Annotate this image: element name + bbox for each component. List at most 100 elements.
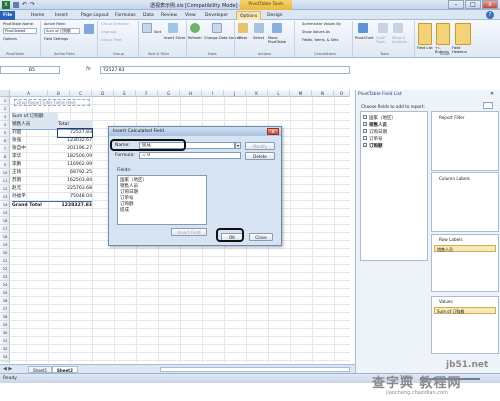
row-header[interactable]: 14 — [0, 201, 10, 209]
tab-review[interactable]: Review — [158, 11, 180, 20]
pivot-row-value[interactable]: 201196.27 — [58, 145, 92, 153]
pivot-row-label[interactable]: 李鹏 — [12, 161, 58, 169]
refresh-button[interactable]: Refresh — [188, 36, 202, 40]
column-header-c[interactable]: C — [70, 90, 92, 97]
pivot-row-label[interactable]: 张强 — [12, 137, 58, 145]
row-header[interactable]: 20 — [0, 249, 10, 257]
horizontal-scrollbar[interactable] — [160, 367, 350, 372]
pivot-row-value[interactable]: 75048.04 — [58, 193, 92, 201]
excel-app-icon[interactable]: X — [2, 1, 10, 9]
layout-options-icon[interactable] — [483, 102, 493, 109]
row-header[interactable]: 12 — [0, 185, 10, 193]
pivotchart-icon[interactable] — [358, 23, 368, 33]
row-header[interactable]: 2 — [0, 105, 10, 113]
move-pivottable-icon[interactable] — [272, 23, 282, 33]
column-labels-zone[interactable] — [431, 172, 499, 232]
quick-save-icon[interactable] — [13, 2, 19, 8]
field-checkbox[interactable] — [363, 128, 367, 133]
pivot-row-label[interactable]: 孙福平 — [12, 193, 58, 201]
pivot-row-value[interactable]: 68792.25 — [58, 169, 92, 177]
pivot-row-value[interactable]: 182500.09 — [58, 153, 92, 161]
column-header-b[interactable]: B — [48, 90, 70, 97]
pivot-row-value[interactable]: 72527.83 — [57, 128, 93, 138]
clear-icon[interactable] — [238, 23, 248, 33]
tab-design[interactable]: Design — [264, 11, 286, 20]
insert-slicer-button[interactable]: Insert Slicer — [164, 36, 185, 40]
undo-icon[interactable]: ↶ — [22, 1, 27, 8]
help-icon[interactable]: ? — [486, 11, 494, 19]
pivot-row-label[interactable]: 刘固 — [12, 129, 58, 137]
column-header-a[interactable]: A — [10, 90, 48, 97]
name-box[interactable]: B5 — [0, 66, 60, 74]
active-field-input[interactable]: Sum of 订购额 — [44, 28, 80, 34]
row-header[interactable]: 29 — [0, 321, 10, 329]
column-header-g[interactable]: G — [158, 90, 180, 97]
modify-button[interactable]: Modify — [245, 142, 275, 150]
what-if-icon[interactable] — [393, 23, 403, 33]
row-header[interactable]: 5 — [0, 129, 10, 137]
sheet-tab-1[interactable]: Sheet1 — [28, 366, 53, 373]
change-data-source-button[interactable]: Change Data Source — [204, 36, 241, 40]
pivot-row-value[interactable]: 162503.84 — [58, 177, 92, 185]
field-list-icon[interactable] — [418, 23, 432, 45]
tab-options[interactable]: Options — [236, 11, 262, 20]
row-header[interactable]: 25 — [0, 289, 10, 297]
pivot-row-label[interactable]: 赵元 — [12, 185, 58, 193]
row-header[interactable]: 16 — [0, 217, 10, 225]
pivot-row-label[interactable]: 李华 — [12, 153, 58, 161]
close-window-button[interactable]: x — [482, 0, 498, 9]
ungroup-button[interactable]: Ungroup — [101, 30, 116, 34]
group-field-button[interactable]: Group Field — [101, 38, 121, 42]
olap-tools-button[interactable]: OLAP Tools — [376, 36, 388, 44]
select-button[interactable]: Select — [253, 36, 264, 40]
field-checkbox[interactable]: ✓ — [363, 121, 367, 126]
row-header[interactable]: 15 — [0, 209, 10, 217]
select-icon[interactable] — [254, 23, 264, 33]
delete-button[interactable]: Delete — [245, 152, 275, 160]
values-zone[interactable] — [431, 296, 499, 354]
tab-insert[interactable]: Insert — [52, 11, 71, 20]
pivot-grand-total-value[interactable]: 1228327.83 — [58, 201, 92, 210]
row-header[interactable]: 9 — [0, 161, 10, 169]
drop-report-filter-zone[interactable]: Drop Report Filter Fields Here — [14, 99, 90, 106]
plus-minus-buttons-icon[interactable] — [436, 23, 450, 45]
row-header[interactable]: 30 — [0, 329, 10, 337]
insert-field-button[interactable]: Insert Field — [171, 228, 207, 236]
group-selection-button[interactable]: Group Selection — [101, 22, 130, 26]
field-item[interactable]: 国家（地区） — [363, 114, 396, 122]
row-header[interactable]: 8 — [0, 153, 10, 161]
values-chip[interactable]: Sum of 订购额 — [434, 307, 496, 314]
fields-listbox[interactable]: 国家（地区） 销售人员 订购日期 订单号 订购额 提成 — [117, 175, 207, 225]
pivottable-options-button[interactable]: Options — [3, 37, 17, 41]
row-header[interactable]: 7 — [0, 145, 10, 153]
column-header-n[interactable]: N — [312, 90, 334, 97]
field-checkbox[interactable] — [363, 135, 367, 140]
clear-button[interactable]: Clear — [238, 36, 247, 40]
sheet-tab-2[interactable]: Sheet2 — [52, 366, 78, 373]
row-header[interactable]: 19 — [0, 241, 10, 249]
select-all-corner[interactable] — [0, 90, 10, 97]
sort-button[interactable]: Sort — [154, 30, 161, 34]
report-filter-zone[interactable] — [431, 111, 499, 171]
row-header[interactable]: 4 — [0, 121, 10, 129]
move-pivottable-button[interactable]: Move PivotTable — [268, 36, 290, 44]
sort-az-icon[interactable] — [142, 23, 152, 33]
show-values-as-button[interactable]: Show Values As — [302, 30, 330, 34]
tab-view[interactable]: View — [182, 11, 199, 20]
column-header-i[interactable]: I — [202, 90, 224, 97]
minimize-button[interactable]: – — [448, 0, 464, 9]
redo-icon[interactable]: ↷ — [30, 1, 35, 8]
fields-items-sets-button[interactable]: Fields, Items, & Sets — [302, 38, 339, 42]
formula-input[interactable]: = 0 — [139, 152, 241, 159]
row-labels-chip[interactable]: 销售人员 — [434, 245, 496, 252]
column-header-d[interactable]: D — [92, 90, 114, 97]
row-labels-zone[interactable] — [431, 234, 499, 292]
column-header-e[interactable]: E — [114, 90, 136, 97]
pivot-row-value[interactable]: 123032.67 — [58, 137, 92, 145]
row-header[interactable]: 1 — [0, 97, 10, 105]
tab-page-layout[interactable]: Page Layout — [78, 11, 112, 20]
column-header-k[interactable]: K — [246, 90, 268, 97]
pivot-row-value[interactable]: 116962.99 — [58, 161, 92, 169]
tab-developer[interactable]: Developer — [202, 11, 231, 20]
dialog-close-button[interactable]: Close — [249, 233, 273, 241]
